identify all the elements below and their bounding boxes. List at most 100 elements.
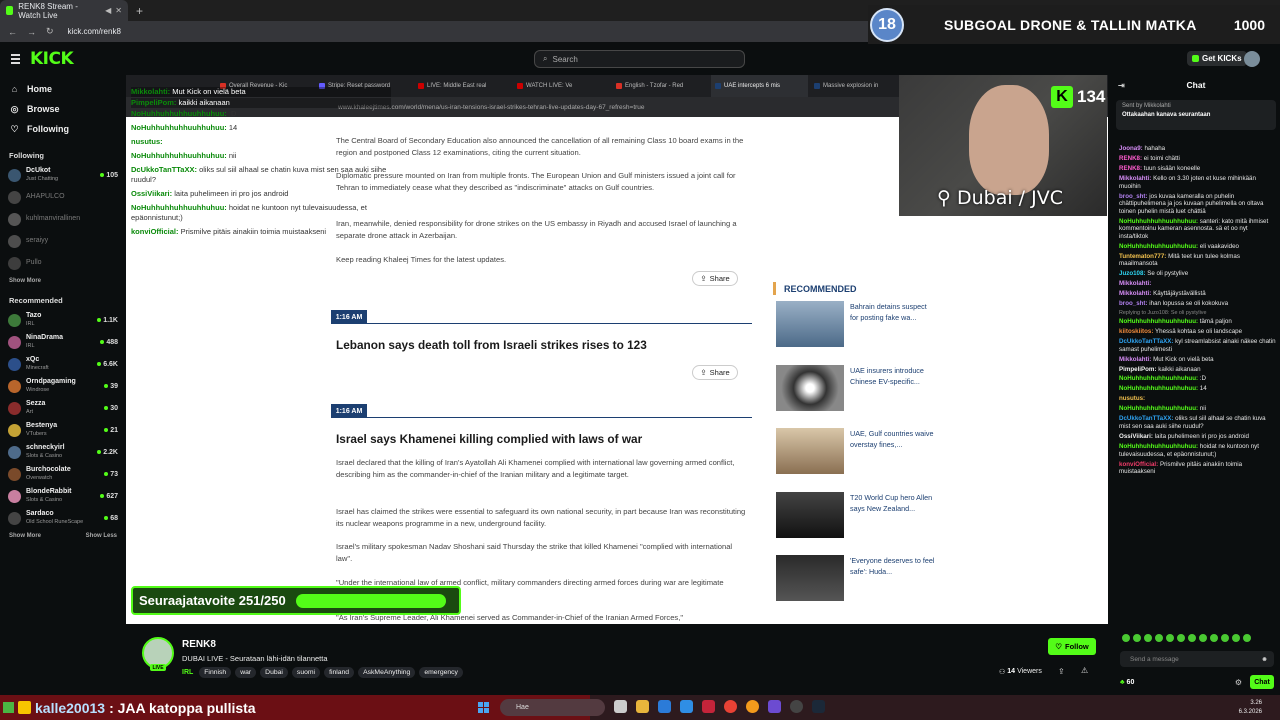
new-tab-button[interactable]: + [136, 4, 143, 18]
recommended-article[interactable]: 'Everyone deserves to feel safe': Huda..… [776, 555, 936, 603]
chat-username[interactable]: DcUkkoTanTTaXX: [1119, 338, 1173, 345]
emote-icon[interactable] [1221, 634, 1229, 642]
obs-icon[interactable] [790, 700, 803, 713]
chat-message[interactable]: Joona9: hahaha [1119, 145, 1277, 153]
chat-username[interactable]: NoHuhhuhhuhhuuhhuhuu: [1119, 375, 1198, 382]
chat-username[interactable]: Mikkolahti: [1119, 356, 1151, 363]
chat-username[interactable]: Mikkolahti: [1119, 280, 1151, 287]
recommended-channel[interactable]: BlondeRabbit Slots & Casino 627 [0, 485, 126, 507]
emote-icon[interactable] [1243, 634, 1251, 642]
show-less-button[interactable]: Show Less [86, 533, 117, 539]
chat-message-input[interactable]: Send a message ☻ [1120, 651, 1274, 667]
recommended-channel[interactable]: Tazo IRL 1.1K [0, 309, 126, 331]
chat-message[interactable]: PimpeliPom: kaikki aikanaan [1119, 366, 1277, 374]
emote-icon[interactable] [1122, 634, 1130, 642]
recommended-channel[interactable]: Burchocolate Overwatch 73 [0, 463, 126, 485]
chat-username[interactable]: PimpeliPom: [1119, 366, 1156, 373]
stream-category[interactable]: IRL [182, 669, 193, 676]
browser-icon[interactable] [746, 700, 759, 713]
emote-icon[interactable] [1188, 634, 1196, 642]
nav-browse[interactable]: ◎ Browse [0, 99, 126, 119]
emote-icon[interactable] [1199, 634, 1207, 642]
emote-icon[interactable] [1177, 634, 1185, 642]
following-channel[interactable]: DcUkot Just Chatting 105 [0, 164, 126, 186]
chat-username[interactable]: NoHuhhuhhuhhuuhhuhuu: [1119, 443, 1198, 450]
chat-message[interactable]: Mikkolahti: Mut Kick on vielä beta [1119, 356, 1277, 364]
chat-message[interactable]: RENK8: tuun sisään koneelle [1119, 165, 1277, 173]
store-icon[interactable] [658, 700, 671, 713]
collapse-chat-icon[interactable]: ⇥ [1118, 81, 1125, 90]
chat-username[interactable]: NoHuhhuhhuhhuuhhuhuu: [1119, 405, 1198, 412]
chat-message[interactable]: NoHuhhuhhuhhuuhhuhuu: nii [1119, 405, 1277, 413]
reload-icon[interactable]: ↻ [46, 26, 54, 37]
chat-message[interactable]: DcUkkoTanTTaXX: kyl streamlabsist ainaki… [1119, 338, 1277, 353]
app-icon[interactable] [702, 700, 715, 713]
recommended-article[interactable]: UAE, Gulf countries waive overstay fines… [776, 428, 936, 476]
emote-icon[interactable] [1166, 634, 1174, 642]
chat-message[interactable]: nusutus: [1119, 395, 1277, 403]
tag[interactable]: war [235, 667, 257, 678]
chat-username[interactable]: NoHuhhuhhuhhuuhhuhuu: [1119, 243, 1198, 250]
chat-message[interactable]: Mikkolahti: Käyttäjäystävällistä [1119, 290, 1277, 298]
recommended-article[interactable]: T20 World Cup hero Allen says New Zealan… [776, 492, 936, 540]
get-kicks-button[interactable]: Get KICKs [1187, 51, 1247, 66]
follow-button[interactable]: ♡ Follow [1048, 638, 1096, 655]
chat-username[interactable]: NoHuhhuhhuhhuuhhuhuu: [1119, 318, 1198, 325]
chrome-icon[interactable] [724, 700, 737, 713]
system-clock[interactable]: 3.26 6.3.2026 [1239, 699, 1262, 717]
send-chat-button[interactable]: Chat [1250, 675, 1274, 689]
folder-icon[interactable] [636, 700, 649, 713]
chat-username[interactable]: konviOfficial: [1119, 461, 1158, 468]
chat-username[interactable]: Joona9: [1119, 145, 1143, 152]
recommended-channel[interactable]: Sezza Art 30 [0, 397, 126, 419]
mute-icon[interactable]: ◀ [105, 6, 111, 15]
gear-icon[interactable]: ⚙ [1235, 678, 1242, 687]
recommended-article[interactable]: UAE insurers introduce Chinese EV-specif… [776, 365, 936, 413]
tag[interactable]: emergency [419, 667, 463, 678]
emote-icon[interactable] [1133, 634, 1141, 642]
recommended-channel[interactable]: xQc Minecraft 6.6K [0, 353, 126, 375]
chat-username[interactable]: DcUkkoTanTTaXX: [1119, 415, 1173, 422]
tag[interactable]: finland [324, 667, 355, 678]
chat-message[interactable]: RENK8: ei toimi chätti [1119, 155, 1277, 163]
steam-icon[interactable] [812, 700, 825, 713]
chat-message[interactable]: NoHuhhuhhuhhuuhhuhuu: hoidat ne kuntoon … [1119, 443, 1277, 458]
recommended-channel[interactable]: Bestenya VTubers 21 [0, 419, 126, 441]
forward-icon[interactable]: → [27, 27, 36, 37]
browser-tab[interactable]: RENK8 Stream - Watch Live ◀ ✕ [0, 0, 128, 21]
chat-message[interactable]: Mikkolahti: [1119, 280, 1277, 288]
chat-message[interactable]: kiitoskiitos: Yhessä kohtaa se oli lands… [1119, 328, 1277, 336]
nav-home[interactable]: ⌂ Home [0, 79, 126, 99]
tag[interactable]: AskMeAnything [358, 667, 416, 678]
following-channel[interactable]: seraiyy [0, 230, 126, 252]
recommended-channel[interactable]: Sardaco Old School RuneScape 68 [0, 507, 126, 529]
chat-username[interactable]: broo_sht: [1119, 193, 1148, 200]
chat-username[interactable]: Tuntematon777: [1119, 253, 1166, 260]
chat-message[interactable]: Mikkolahti: Kello on 3.30 joten et kuse … [1119, 175, 1277, 190]
chat-username[interactable]: RENK8: [1119, 165, 1142, 172]
share-button[interactable]: ⇪ Share [692, 271, 738, 286]
windows-start-icon[interactable] [478, 702, 489, 713]
following-channel[interactable]: AHAPULCO [0, 186, 126, 208]
article-headline[interactable]: Israel says Khamenei killing complied wi… [336, 432, 642, 446]
following-channel[interactable]: kuhlmanvirallinen [0, 208, 126, 230]
report-icon[interactable]: ⚠ [1081, 666, 1088, 675]
kick-logo[interactable]: KICK [30, 49, 74, 69]
chat-message[interactable]: Replying to Juzo108: Se oli pystylive NoH… [1119, 310, 1277, 325]
chat-message[interactable]: broo_sht: jos kuvaa kameralla on puhelin… [1119, 193, 1277, 216]
chat-username[interactable]: nusutus: [1119, 395, 1145, 402]
tag[interactable]: suomi [291, 667, 321, 678]
recommended-channel[interactable]: schneckyirl Slots & Casino 2.2K [0, 441, 126, 463]
following-channel[interactable]: Pullo [0, 252, 126, 274]
tag[interactable]: Dubai [260, 667, 288, 678]
show-more-following[interactable]: Show More [0, 274, 126, 288]
emote-icon[interactable] [1210, 634, 1218, 642]
emoji-icon[interactable]: ☻ [1261, 656, 1268, 663]
search-input[interactable]: ⌕ Search [534, 50, 745, 68]
recommended-article[interactable]: Bahrain detains suspect for posting fake… [776, 301, 936, 349]
chat-message[interactable]: NoHuhhuhhuhhuuhhuhuu: eli vaakavideo [1119, 243, 1277, 251]
emote-icon[interactable] [1144, 634, 1152, 642]
recommended-channel[interactable]: NinaDrama IRL 488 [0, 331, 126, 353]
chat-message[interactable]: Tuntematon777: Mitä teet kun tulee kolma… [1119, 253, 1277, 268]
back-icon[interactable]: ← [8, 27, 17, 37]
